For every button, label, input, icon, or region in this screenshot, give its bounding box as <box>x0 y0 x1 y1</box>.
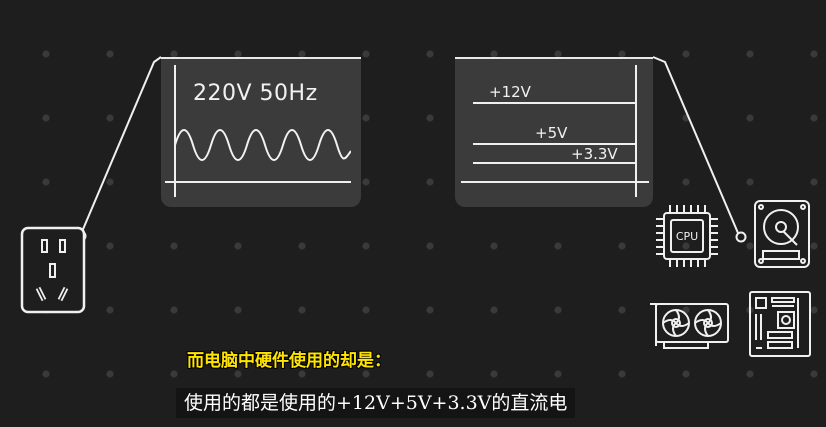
dc-rail-12v-label: +12V <box>489 83 531 101</box>
dc-x-axis <box>461 181 649 183</box>
cpu-chip-icon: CPU <box>656 205 718 267</box>
dc-rail-12v-line <box>473 102 635 104</box>
ac-sine-wave <box>175 129 351 161</box>
wall-socket-icon <box>20 226 86 314</box>
dc-y-axis <box>635 65 637 197</box>
subtitle-caption: 使用的都是使用的+12V+5V+3.3V的直流电 <box>176 388 576 418</box>
ac-voltage-label: 220V 50Hz <box>193 81 318 106</box>
dc-rail-3v3-label: +3.3V <box>571 145 618 163</box>
ac-oscilloscope-panel: 220V 50Hz <box>161 57 361 207</box>
cpu-chip-label: CPU <box>676 230 698 243</box>
left-connector-line <box>80 56 162 235</box>
dc-rails-panel: +12V +5V +3.3V <box>455 57 653 207</box>
subtitle-highlight: 而电脑中硬件使用的却是： <box>187 351 391 371</box>
ac-x-axis <box>165 181 351 183</box>
right-connector-dot <box>735 231 747 243</box>
graphics-card-icon <box>650 303 729 349</box>
motherboard-icon <box>749 291 811 357</box>
hard-drive-icon <box>754 200 810 268</box>
dc-rail-5v-label: +5V <box>535 124 568 142</box>
